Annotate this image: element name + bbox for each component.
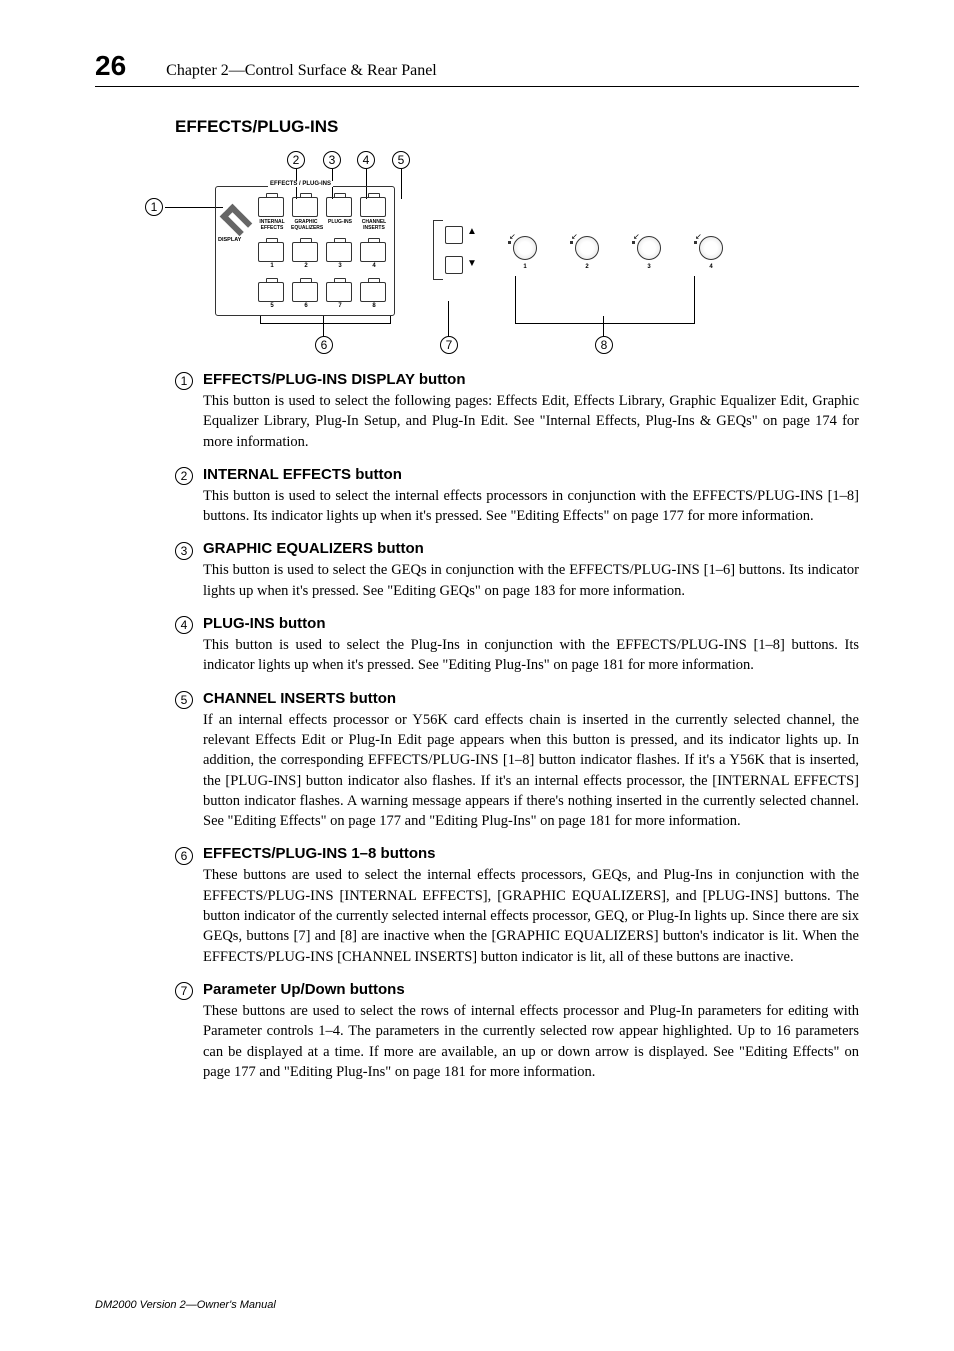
callout-4: 4 [357, 151, 375, 169]
effects-panel: EFFECTS / PLUG-INS DISPLAY INTERNAL EFFE… [215, 186, 395, 316]
item-title-2: INTERNAL EFFECTS button [203, 466, 859, 483]
item-num-6: 6 [175, 847, 193, 865]
knob-1: ↙1 [505, 236, 545, 270]
param-up-button-icon [445, 226, 463, 244]
panel-label: EFFECTS / PLUG-INS [268, 181, 333, 187]
item-text-5: If an internal effects processor or Y56K… [203, 710, 859, 832]
item-text-6: These buttons are used to select the int… [203, 865, 859, 966]
up-arrow-icon: ▲ [467, 226, 477, 237]
internal-effects-button-icon: INTERNAL EFFECTS [258, 197, 284, 217]
item-text-3: This button is used to select the GEQs i… [203, 560, 859, 601]
item-num-5: 5 [175, 691, 193, 709]
page-header: 26 Chapter 2—Control Surface & Rear Pane… [95, 50, 859, 87]
item-num-4: 4 [175, 616, 193, 634]
param-down-button-icon [445, 256, 463, 274]
callout-1: 1 [145, 198, 163, 216]
fx-button-7-icon: 7 [326, 282, 352, 302]
item-num-1: 1 [175, 372, 193, 390]
callout-2: 2 [287, 151, 305, 169]
item-5: 5 CHANNEL INSERTS button If an internal … [175, 690, 859, 840]
item-title-6: EFFECTS/PLUG-INS 1–8 buttons [203, 845, 859, 862]
fx-button-3-icon: 3 [326, 242, 352, 262]
item-4: 4 PLUG-INS button This button is used to… [175, 615, 859, 684]
display-button-icon [220, 204, 253, 237]
item-2: 2 INTERNAL EFFECTS button This button is… [175, 466, 859, 535]
item-num-2: 2 [175, 467, 193, 485]
item-text-7: These buttons are used to select the row… [203, 1001, 859, 1082]
down-arrow-icon: ▼ [467, 258, 477, 269]
item-text-4: This button is used to select the Plug-I… [203, 635, 859, 676]
item-num-7: 7 [175, 982, 193, 1000]
chapter-title: Chapter 2—Control Surface & Rear Panel [166, 62, 437, 80]
item-title-1: EFFECTS/PLUG-INS DISPLAY button [203, 371, 859, 388]
knob-3: ↙3 [629, 236, 669, 270]
item-text-2: This button is used to select the intern… [203, 486, 859, 527]
item-num-3: 3 [175, 542, 193, 560]
item-3: 3 GRAPHIC EQUALIZERS button This button … [175, 540, 859, 609]
item-1: 1 EFFECTS/PLUG-INS DISPLAY button This b… [175, 371, 859, 460]
fx-button-2-icon: 2 [292, 242, 318, 262]
display-label: DISPLAY [218, 237, 241, 243]
item-title-3: GRAPHIC EQUALIZERS button [203, 540, 859, 557]
item-title-7: Parameter Up/Down buttons [203, 981, 859, 998]
item-text-1: This button is used to select the follow… [203, 391, 859, 452]
plugins-button-icon: PLUG-INS [326, 197, 352, 217]
item-6: 6 EFFECTS/PLUG-INS 1–8 buttons These but… [175, 845, 859, 974]
effects-diagram: 2 3 4 5 1 EFFECTS / PLUG-INS DISPLAY INT… [175, 151, 859, 361]
fx-button-6-icon: 6 [292, 282, 318, 302]
page-number: 26 [95, 50, 126, 82]
callout-3: 3 [323, 151, 341, 169]
fx-button-1-icon: 1 [258, 242, 284, 262]
knob-panel: ↙1 ↙2 ↙3 ↙4 [505, 236, 731, 270]
callout-5: 5 [392, 151, 410, 169]
fx-button-5-icon: 5 [258, 282, 284, 302]
graphic-eq-button-icon: GRAPHIC EQUALIZERS [292, 197, 318, 217]
footer: DM2000 Version 2—Owner's Manual [95, 1299, 276, 1311]
fx-button-8-icon: 8 [360, 282, 386, 302]
item-title-5: CHANNEL INSERTS button [203, 690, 859, 707]
callout-8: 8 [595, 336, 613, 354]
callout-6: 6 [315, 336, 333, 354]
knob-4: ↙4 [691, 236, 731, 270]
callout-7: 7 [440, 336, 458, 354]
item-7: 7 Parameter Up/Down buttons These button… [175, 981, 859, 1090]
fx-button-4-icon: 4 [360, 242, 386, 262]
item-title-4: PLUG-INS button [203, 615, 859, 632]
section-title: EFFECTS/PLUG-INS [175, 117, 859, 137]
updown-panel: ▲ ▼ [435, 216, 495, 296]
channel-inserts-button-icon: CHANNEL INSERTS [360, 197, 386, 217]
knob-2: ↙2 [567, 236, 607, 270]
